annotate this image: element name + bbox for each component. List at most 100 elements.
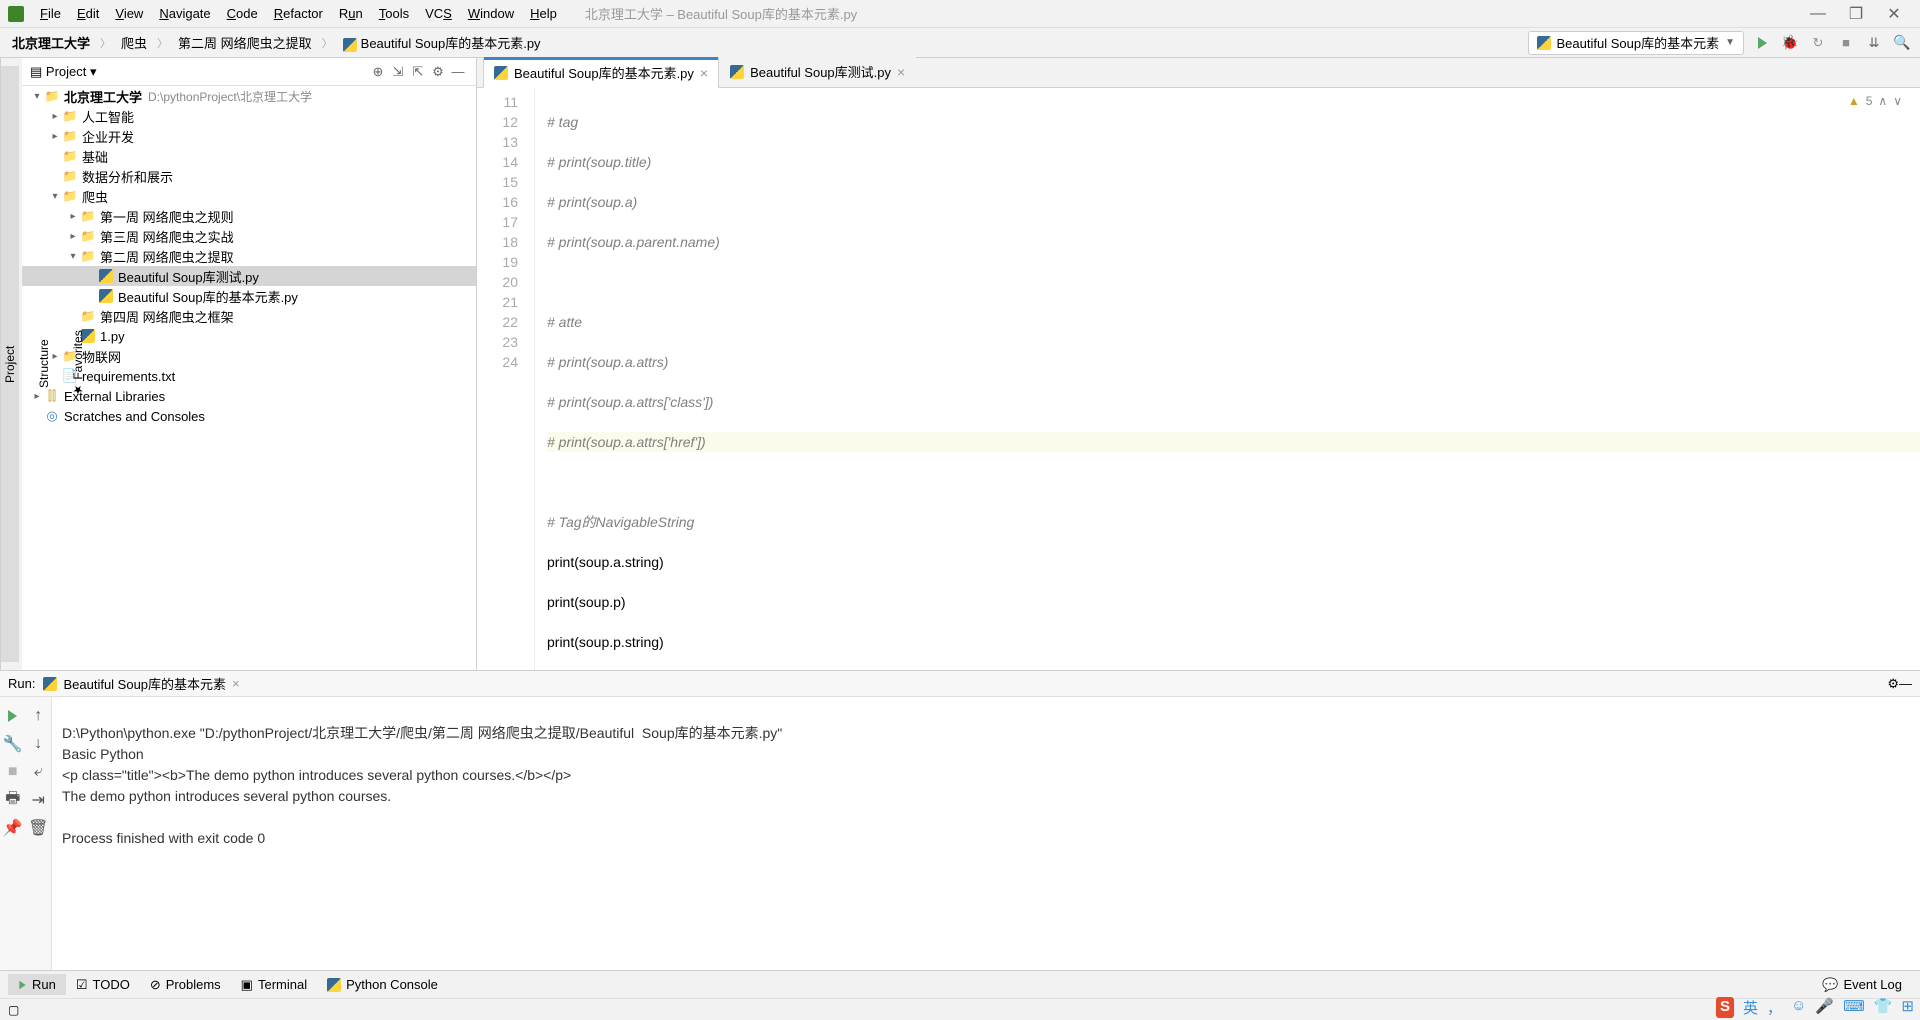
tool-tab-run[interactable]: Run — [8, 974, 66, 995]
menu-window[interactable]: Window — [460, 4, 522, 23]
tree-file[interactable]: 📄requirements.txt — [22, 366, 476, 386]
tree-node[interactable]: ▾爬虫 — [22, 186, 476, 206]
menu-refactor[interactable]: Refactor — [266, 4, 331, 23]
tree-file[interactable]: 1.py — [22, 326, 476, 346]
tool-tab-problems[interactable]: ⊘Problems — [140, 974, 231, 996]
run-config-selector[interactable]: Beautiful Soup库的基本元素 ▼ — [1528, 31, 1744, 55]
print-button[interactable]: 🖶 — [2, 789, 24, 811]
down-stack-button[interactable]: ↓ — [27, 733, 49, 755]
play-icon — [19, 980, 25, 988]
tree-node[interactable]: ▾第二周 网络爬虫之提取 — [22, 246, 476, 266]
close-tab-button[interactable]: × — [897, 64, 905, 80]
hide-windows-button[interactable]: ▢ — [8, 1003, 19, 1017]
editor-tab-active[interactable]: Beautiful Soup库的基本元素.py × — [483, 57, 719, 88]
project-tree[interactable]: ▾北京理工大学D:\pythonProject\北京理工大学 ▸人工智能 ▸企业… — [22, 86, 476, 670]
console-line: Basic Python — [62, 746, 144, 762]
ime-keyboard-button[interactable]: ⌨ — [1843, 997, 1865, 1018]
collapse-all-button[interactable]: ⇱ — [408, 62, 428, 82]
stop-button[interactable]: ■ — [1836, 33, 1856, 53]
update-project-button[interactable]: ⇊ — [1864, 33, 1884, 53]
soft-wrap-button[interactable]: ⤶ — [27, 761, 49, 783]
menu-vcs[interactable]: VCS — [417, 4, 460, 23]
code-content[interactable]: # tag # print(soup.title) # print(soup.a… — [535, 88, 1920, 670]
rail-favorites[interactable]: ★ Favorites — [69, 66, 87, 662]
tool-tab-terminal[interactable]: ▣Terminal — [231, 974, 317, 996]
python-icon — [43, 677, 57, 691]
minimize-button[interactable]: — — [1808, 4, 1828, 24]
crumb-root[interactable]: 北京理工大学 — [8, 31, 94, 54]
run-config-name[interactable]: Beautiful Soup库的基本元素 — [63, 674, 226, 693]
ime-voice-button[interactable]: 🎤 — [1815, 997, 1834, 1018]
menu-run[interactable]: Run — [331, 4, 371, 23]
scroll-end-button[interactable]: ⇥ — [27, 789, 49, 811]
ime-icon[interactable]: S — [1716, 997, 1734, 1018]
tree-node[interactable]: ▸第三周 网络爬虫之实战 — [22, 226, 476, 246]
python-icon — [327, 978, 341, 992]
close-run-tab-button[interactable]: × — [232, 676, 240, 691]
chevron-up-icon[interactable]: ∧ — [1878, 94, 1887, 108]
panel-settings-button[interactable]: ⚙ — [428, 62, 448, 82]
maximize-button[interactable]: ❐ — [1846, 4, 1866, 24]
tree-file-selected[interactable]: Beautiful Soup库测试.py — [22, 266, 476, 286]
ime-emoji-button[interactable]: ☺ — [1791, 997, 1806, 1018]
modify-run-button[interactable]: 🔧 — [2, 733, 24, 755]
menu-tools[interactable]: Tools — [371, 4, 417, 23]
tree-node[interactable]: 基础 — [22, 146, 476, 166]
clear-button[interactable]: 🗑 — [27, 817, 49, 839]
ime-punct-button[interactable]: ， — [1767, 997, 1782, 1018]
run-tool-window: Run: Beautiful Soup库的基本元素 × ⚙ — 🔧 ■ 🖶 📌 … — [0, 670, 1920, 970]
inspection-widget[interactable]: ▲ 5 ∧ ∨ — [1848, 94, 1902, 108]
tool-tab-todo[interactable]: ☑TODO — [66, 974, 140, 996]
chevron-down-icon: ▼ — [1725, 37, 1735, 48]
menu-code[interactable]: Code — [219, 4, 266, 23]
up-stack-button[interactable]: ↑ — [27, 705, 49, 727]
code-editor[interactable]: 1112131415161718192021222324 # tag # pri… — [477, 88, 1920, 670]
tree-node[interactable]: 数据分析和展示 — [22, 166, 476, 186]
crumb-1[interactable]: 爬虫 — [117, 31, 151, 54]
close-button[interactable]: ✕ — [1884, 4, 1904, 24]
console-line: <p class="title"><b>The demo python intr… — [62, 767, 571, 783]
rerun-button[interactable] — [2, 705, 24, 727]
rail-project[interactable]: Project — [1, 66, 19, 662]
menu-view[interactable]: View — [107, 4, 151, 23]
tree-node[interactable]: ▸第一周 网络爬虫之规则 — [22, 206, 476, 226]
crumb-file[interactable]: Beautiful Soup库的基本元素.py — [339, 31, 545, 54]
expand-all-button[interactable]: ⇲ — [388, 62, 408, 82]
pin-button[interactable]: 📌 — [2, 817, 24, 839]
editor-tab[interactable]: Beautiful Soup库测试.py × — [719, 56, 916, 87]
tree-node[interactable]: ▸企业开发 — [22, 126, 476, 146]
console-line: Process finished with exit code 0 — [62, 830, 265, 846]
run-button[interactable] — [1752, 33, 1772, 53]
tree-file[interactable]: Beautiful Soup库的基本元素.py — [22, 286, 476, 306]
search-everywhere-button[interactable]: 🔍 — [1892, 33, 1912, 53]
debug-button[interactable]: 🐞 — [1780, 33, 1800, 53]
hide-panel-button[interactable]: — — [448, 62, 468, 82]
hide-run-button[interactable]: — — [1899, 676, 1912, 691]
tree-node[interactable]: ▸物联网 — [22, 346, 476, 366]
ime-skin-button[interactable]: 👕 — [1874, 997, 1893, 1018]
locate-file-button[interactable]: ⊕ — [368, 62, 388, 82]
chevron-down-icon[interactable]: ∨ — [1893, 94, 1902, 108]
menu-edit[interactable]: Edit — [69, 4, 107, 23]
balloon-icon: 💬 — [1822, 977, 1838, 993]
tool-tab-python-console[interactable]: Python Console — [317, 974, 448, 995]
tree-root[interactable]: ▾北京理工大学D:\pythonProject\北京理工大学 — [22, 86, 476, 106]
ime-lang-button[interactable]: 英 — [1743, 997, 1758, 1018]
rail-structure[interactable]: Structure — [35, 66, 53, 662]
menu-navigate[interactable]: Navigate — [151, 4, 218, 23]
menu-help[interactable]: Help — [522, 4, 565, 23]
run-coverage-button[interactable]: ↻ — [1808, 33, 1828, 53]
tree-node[interactable]: 第四周 网络爬虫之框架 — [22, 306, 476, 326]
menu-file[interactable]: FFileile — [32, 4, 69, 23]
tree-external-libs[interactable]: ▸⫿⫿External Libraries — [22, 386, 476, 406]
tree-scratches[interactable]: ◎Scratches and Consoles — [22, 406, 476, 426]
crumb-2[interactable]: 第二周 网络爬虫之提取 — [174, 31, 316, 54]
console-output[interactable]: D:\Python\python.exe "D:/pythonProject/北… — [52, 697, 1920, 970]
tree-node[interactable]: ▸人工智能 — [22, 106, 476, 126]
ime-toolbox-button[interactable]: ⊞ — [1901, 997, 1914, 1018]
run-settings-button[interactable]: ⚙ — [1887, 676, 1899, 692]
close-tab-button[interactable]: × — [700, 65, 708, 81]
stop-run-button[interactable]: ■ — [2, 761, 24, 783]
python-icon — [494, 66, 508, 80]
tool-tab-event-log[interactable]: 💬Event Log — [1812, 974, 1912, 996]
